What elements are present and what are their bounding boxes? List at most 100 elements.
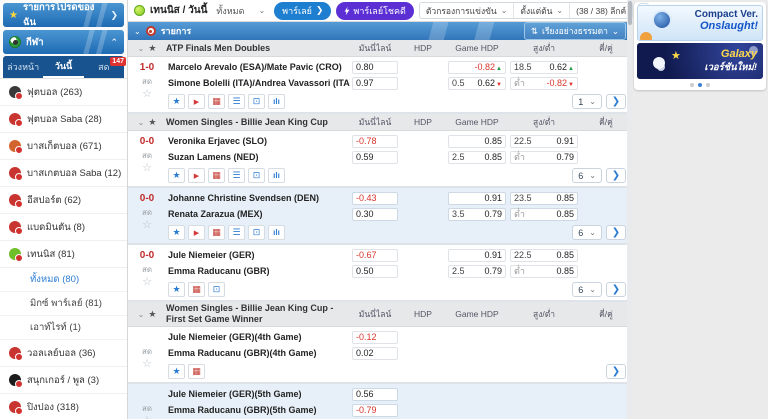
play-icon[interactable]: ▶ (188, 94, 205, 109)
carousel-dot[interactable] (690, 83, 694, 87)
expand-match-button[interactable]: ❯ (606, 94, 626, 109)
scrollbar[interactable] (627, 0, 632, 419)
court-icon[interactable]: ▦ (208, 168, 225, 183)
sidebar-item-5[interactable]: แบดมินตัน (8) (0, 214, 127, 241)
tab-live[interactable]: สด147 (84, 56, 124, 78)
chevron-down-icon[interactable]: ⌄ (138, 118, 145, 127)
court-icon[interactable]: ▦ (208, 225, 225, 240)
sidebar-item-7[interactable]: วอลเลย์บอล (36) (0, 340, 127, 367)
competition-filter-dropdown[interactable]: ตัวกรองการแข่งขัน ⌄ (420, 3, 515, 18)
ml-odds-box[interactable]: 0.30 (352, 208, 398, 221)
tv-icon[interactable]: ⊡ (248, 225, 265, 240)
sidebar-item-4[interactable]: อีสปอร์ต (62) (0, 187, 127, 214)
ghdp-odds-box[interactable]: 0.91 (448, 249, 506, 262)
star-icon[interactable]: ★ (168, 364, 185, 379)
tv-icon[interactable]: ⊡ (248, 168, 265, 183)
ghdp-odds-box[interactable]: 3.50.79 (448, 208, 506, 221)
sidebar-subitem-1[interactable]: มิกซ์ พาร์เลย์ (81) (0, 292, 127, 316)
expand-match-button[interactable]: ❯ (606, 364, 626, 379)
chevron-down-icon[interactable]: ⌄ (138, 310, 145, 319)
ml-odds-box[interactable]: 0.97 (352, 77, 398, 90)
market-count-dropdown[interactable]: 6⌄ (572, 168, 602, 183)
chart-icon[interactable]: ılı (268, 94, 285, 109)
favorites-bar[interactable]: ★ รายการโปรดของฉัน ❯ (3, 3, 124, 27)
league-star-icon[interactable]: ★ (148, 43, 156, 54)
ml-odds-box[interactable]: 0.59 (352, 151, 398, 164)
ml-odds-box[interactable]: -0.79 (352, 404, 398, 417)
favorite-star-icon[interactable]: ☆ (128, 415, 166, 419)
ml-odds-box[interactable]: -0.67 (352, 249, 398, 262)
sidebar-item-6[interactable]: เทนนิส (81) (0, 241, 127, 268)
sidebar-item-1[interactable]: ฟุตบอล Saba (28) (0, 106, 127, 133)
court-icon[interactable]: ▦ (208, 94, 225, 109)
sports-bar[interactable]: กีฬา ⌃ (3, 30, 124, 54)
ml-odds-box[interactable]: -0.78 (352, 135, 398, 148)
market-count-dropdown[interactable]: 1⌄ (572, 94, 602, 109)
ghdp-odds-box[interactable]: -0.82▲ (448, 61, 506, 74)
chart-icon[interactable]: ılı (268, 168, 285, 183)
stats-list-icon[interactable]: ☰ (228, 94, 245, 109)
ou-odds-box[interactable]: 22.50.91 (510, 135, 578, 148)
sidebar-item-8[interactable]: สนุกเกอร์ / พูล (3) (0, 367, 127, 394)
tv-icon[interactable]: ⊡ (248, 94, 265, 109)
lucky-parlay-button[interactable]: พาร์เลย์โชคดี (336, 2, 414, 20)
stats-list-icon[interactable]: ☰ (228, 168, 245, 183)
sort-button[interactable]: ⇅ เรียงอย่างธรรมดา ⌄ (524, 22, 626, 40)
carousel-dot[interactable] (706, 83, 710, 87)
favorite-star-icon[interactable]: ☆ (128, 358, 166, 370)
ghdp-odds-box[interactable]: 0.50.62▼ (448, 77, 506, 90)
market-count-dropdown[interactable]: 6⌄ (572, 282, 602, 297)
banner-galaxy[interactable]: ★ Galaxy เวอร์ชันใหม่! (637, 43, 763, 79)
sidebar-subitem-0[interactable]: ทั้งหมด (80) (0, 268, 127, 292)
ou-odds-box[interactable]: 22.50.85 (510, 249, 578, 262)
star-icon[interactable]: ★ (168, 94, 185, 109)
court-icon[interactable]: ▦ (188, 364, 205, 379)
ghdp-odds-box[interactable]: 2.50.85 (448, 151, 506, 164)
court-icon[interactable]: ▦ (188, 282, 205, 297)
favorite-star-icon[interactable]: ☆ (128, 162, 166, 174)
sidebar-item-3[interactable]: บาสเกตบอล Saba (12) (0, 160, 127, 187)
chevron-down-icon[interactable]: ⌄ (138, 44, 145, 53)
expand-match-button[interactable]: ❯ (606, 225, 626, 240)
stats-list-icon[interactable]: ☰ (228, 225, 245, 240)
sidebar-item-2[interactable]: บาสเก็ตบอล (671) (0, 133, 127, 160)
ghdp-odds-box[interactable]: 0.85 (448, 135, 506, 148)
scrollbar-thumb[interactable] (628, 1, 632, 25)
sidebar-subitem-2[interactable]: เอาท์ไรท์ (1) (0, 316, 127, 340)
tv-icon[interactable]: ⊡ (208, 282, 225, 297)
sidebar-item-0[interactable]: ฟุตบอล (263) (0, 79, 127, 106)
league-star-icon[interactable]: ★ (148, 117, 156, 128)
favorite-star-icon[interactable]: ☆ (128, 219, 166, 231)
ou-odds-box[interactable]: 23.50.85 (510, 192, 578, 205)
ou-odds-box[interactable]: ต่ำ0.79 (510, 151, 578, 164)
chevron-down-icon[interactable]: ⌄ (134, 27, 141, 36)
parlay-button[interactable]: พาร์เลย์ ❯ (274, 2, 331, 20)
ou-odds-box[interactable]: ต่ำ-0.82▼ (510, 77, 578, 90)
ou-odds-box[interactable]: 18.50.62▲ (510, 61, 578, 74)
star-icon[interactable]: ★ (168, 168, 185, 183)
market-count-dropdown[interactable]: 6⌄ (572, 225, 602, 240)
ml-odds-box[interactable]: -0.43 (352, 192, 398, 205)
favorite-star-icon[interactable]: ☆ (128, 276, 166, 288)
from-start-dropdown[interactable]: ตั้งแต่ต้น ⌄ (514, 3, 570, 18)
chart-icon[interactable]: ılı (268, 225, 285, 240)
play-icon[interactable]: ▶ (188, 225, 205, 240)
ghdp-odds-box[interactable]: 2.50.79 (448, 265, 506, 278)
banner-compact-onslaught[interactable]: Compact Ver. Onslaught! (637, 5, 763, 41)
tab-early[interactable]: ล่วงหน้า (3, 56, 43, 78)
tab-today[interactable]: วันนี้ (43, 56, 83, 78)
ml-odds-box[interactable]: 0.02 (352, 347, 398, 360)
ml-odds-box[interactable]: 0.50 (352, 265, 398, 278)
market-filter-select[interactable]: ทั้งหมด ⌄ (212, 2, 269, 20)
ou-odds-box[interactable]: ต่ำ0.85 (510, 208, 578, 221)
expand-match-button[interactable]: ❯ (606, 282, 626, 297)
star-icon[interactable]: ★ (168, 225, 185, 240)
ml-odds-box[interactable]: 0.80 (352, 61, 398, 74)
expand-match-button[interactable]: ❯ (606, 168, 626, 183)
ou-odds-box[interactable]: ต่ำ0.85 (510, 265, 578, 278)
ghdp-odds-box[interactable]: 0.91 (448, 192, 506, 205)
ml-odds-box[interactable]: -0.12 (352, 331, 398, 344)
star-icon[interactable]: ★ (168, 282, 185, 297)
sidebar-item-9[interactable]: ปิงปอง (318) (0, 394, 127, 419)
favorite-star-icon[interactable]: ☆ (128, 88, 166, 100)
